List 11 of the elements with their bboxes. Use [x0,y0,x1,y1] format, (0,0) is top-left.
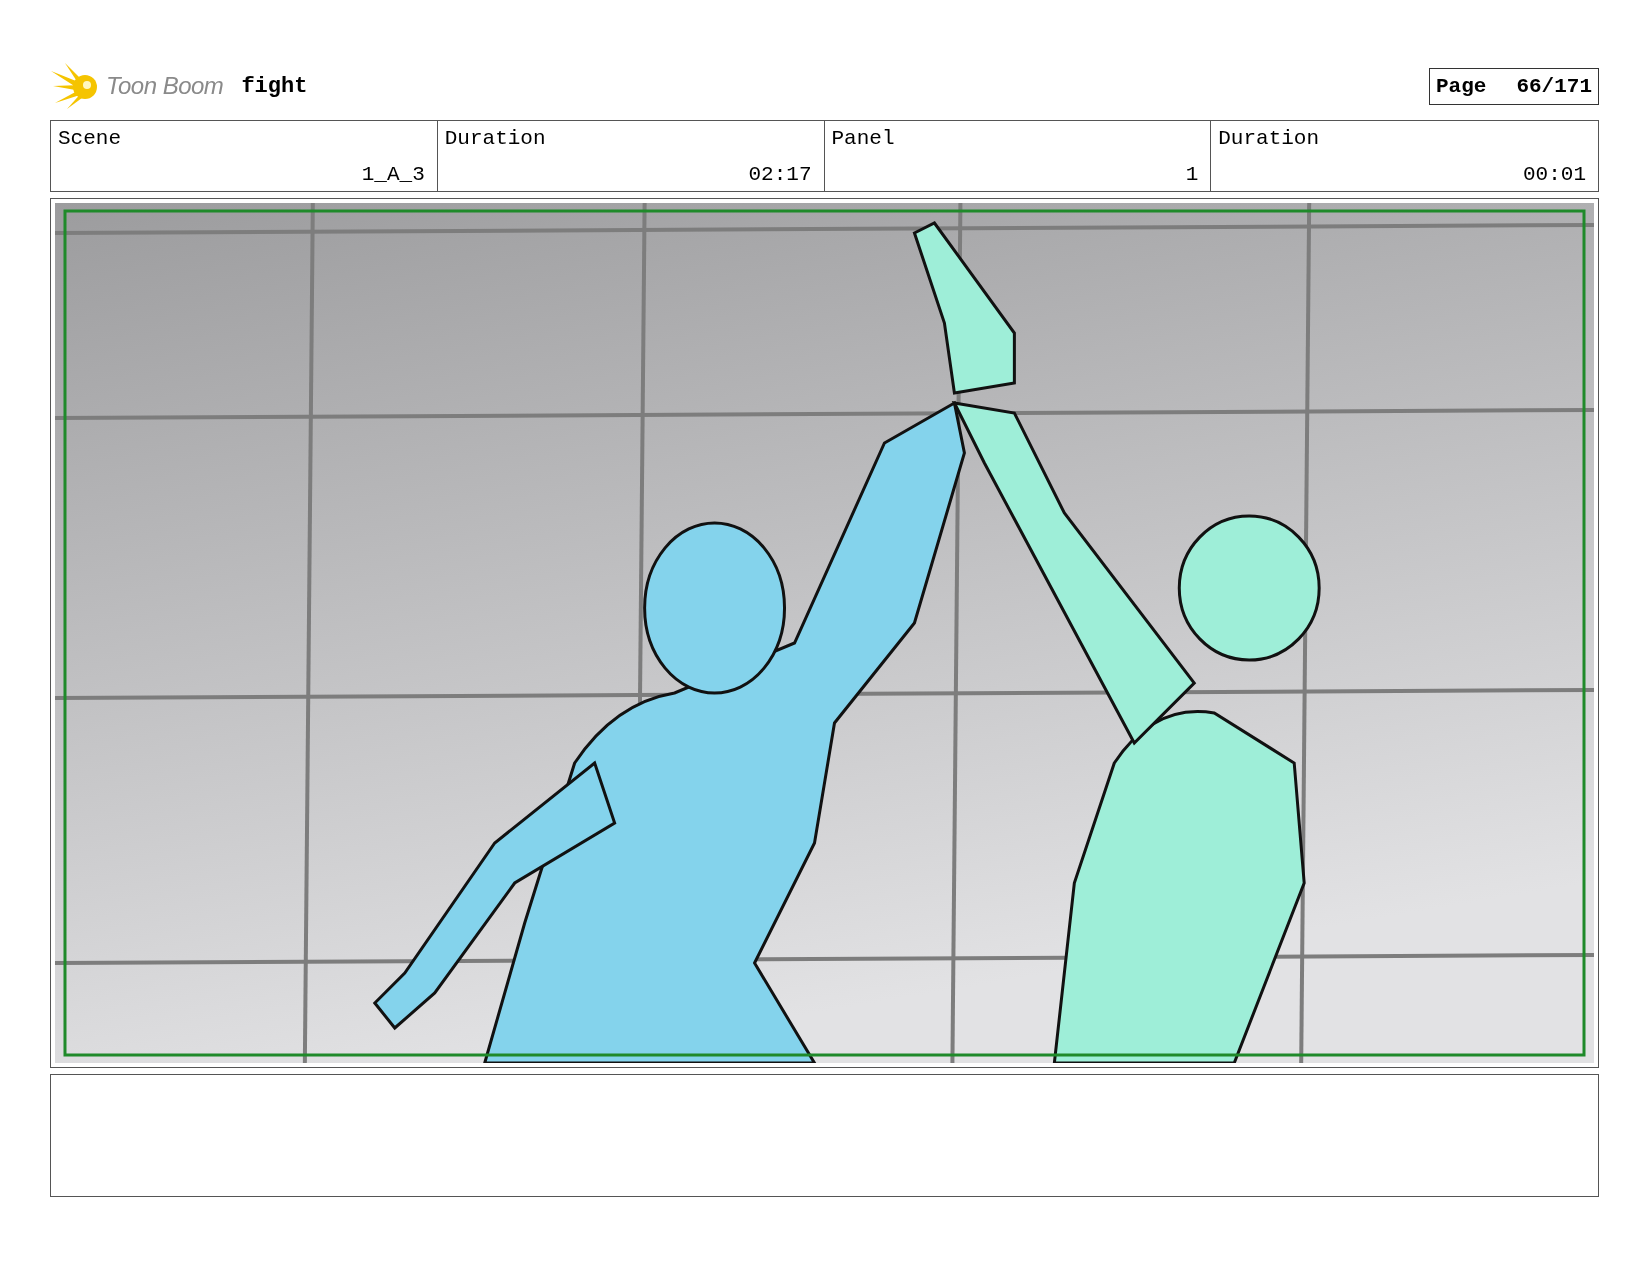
field-value: 1_A_3 [360,163,425,186]
field-label: Duration [444,127,547,150]
field-value: 00:01 [1522,163,1586,186]
field-value: 1 [1184,163,1199,186]
field-value: 02:17 [747,163,812,186]
page-counter: Page 66/171 [1428,67,1599,105]
field-label: Scene [58,127,122,150]
storyboard-title: fight [241,73,308,99]
logo-text: Toon Boom [106,72,224,100]
field-label: Duration [1218,127,1321,150]
field-label: Panel [831,127,896,150]
